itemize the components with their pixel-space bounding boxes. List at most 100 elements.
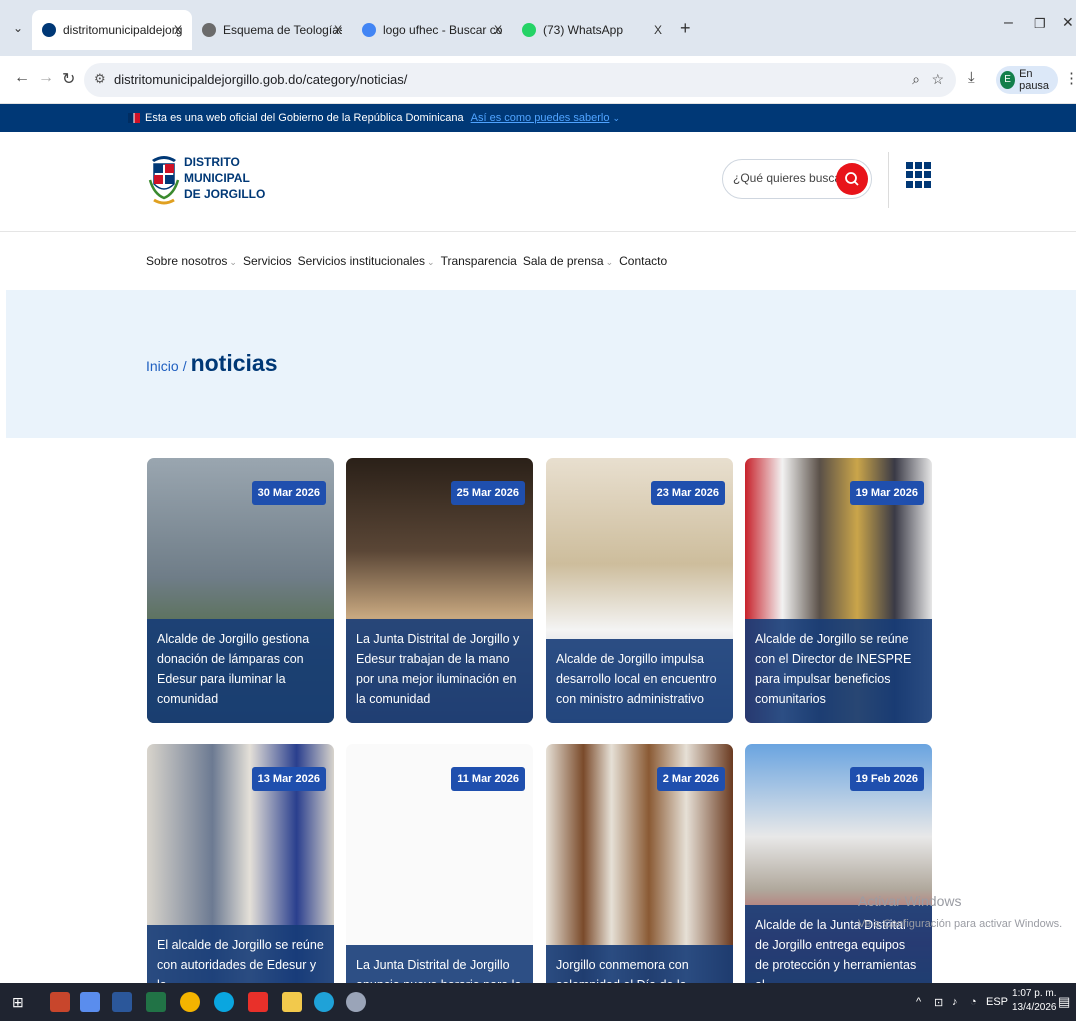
news-card-title: Alcalde de Jorgillo gestiona donación de… bbox=[147, 619, 334, 723]
excel-icon[interactable] bbox=[146, 992, 166, 1012]
volume-icon[interactable]: ♪ bbox=[952, 996, 958, 1008]
news-card-date-badge: 25 Mar 2026 bbox=[450, 481, 525, 505]
dominican-flag-icon bbox=[128, 113, 140, 123]
download-icon[interactable]: ⤓ bbox=[968, 69, 975, 86]
news-card-date-badge: 23 Mar 2026 bbox=[650, 481, 725, 505]
zoom-icon[interactable]: ⌕ bbox=[912, 71, 920, 88]
close-tab-icon[interactable]: X bbox=[174, 23, 182, 37]
minimize-icon[interactable]: – bbox=[1004, 14, 1013, 32]
network-icon[interactable]: ⊡ bbox=[934, 996, 943, 1009]
breadcrumb-home-link[interactable]: Inicio bbox=[146, 358, 179, 374]
windows-taskbar: ⊞ ^ ⊡ ♪ ◔ ESP 1:07 p. m. 13/4/2026 ▤ bbox=[0, 983, 1076, 1021]
address-bar[interactable]: ⚙ distritomunicipaldejorgillo.gob.do/cat… bbox=[84, 63, 956, 97]
tab-title: Esquema de Teologías bbox=[223, 23, 342, 37]
news-card-title: La Junta Distrital de Jorgillo y Edesur … bbox=[346, 619, 533, 723]
cortana-icon[interactable] bbox=[214, 992, 234, 1012]
menu-kebab-icon[interactable]: ⋮ bbox=[1064, 69, 1076, 87]
news-card[interactable]: 13 Mar 2026 El alcalde de Jorgillo se re… bbox=[147, 744, 334, 1009]
tab-title: logo ufhec - Buscar con Google bbox=[383, 23, 502, 37]
clock-date: 13/4/2026 bbox=[1012, 1002, 1057, 1013]
breadcrumb: Inicio / noticias bbox=[146, 350, 278, 377]
news-card[interactable]: 25 Mar 2026 La Junta Distrital de Jorgil… bbox=[346, 458, 533, 723]
globe-favicon-icon bbox=[202, 23, 216, 37]
header-divider bbox=[888, 152, 889, 208]
news-card[interactable]: 30 Mar 2026 Alcalde de Jorgillo gestiona… bbox=[147, 458, 334, 723]
forward-icon[interactable]: → bbox=[38, 69, 54, 87]
browser-toolbar: ← → ↻ ⚙ distritomunicipaldejorgillo.gob.… bbox=[0, 56, 1076, 104]
reload-icon[interactable]: ↻ bbox=[62, 69, 75, 89]
taskbar-clock[interactable]: 1:07 p. m. 13/4/2026 bbox=[1012, 987, 1057, 1015]
news-card[interactable]: 23 Mar 2026 Alcalde de Jorgillo impulsa … bbox=[546, 458, 733, 723]
notifications-icon[interactable]: ▤ bbox=[1058, 994, 1070, 1010]
nav-item-sala-de-prensa[interactable]: Sala de prensa ⌄ bbox=[523, 254, 613, 270]
logo-line: MUNICIPAL bbox=[184, 171, 250, 185]
close-tab-icon[interactable]: X bbox=[654, 23, 662, 37]
back-icon[interactable]: ← bbox=[14, 69, 30, 87]
tab-google[interactable]: logo ufhec - Buscar con Google X bbox=[352, 10, 512, 50]
apps-grid-icon[interactable] bbox=[906, 162, 932, 188]
tab-search-chevron-icon[interactable]: ⌄ bbox=[8, 18, 28, 38]
media-app-icon[interactable] bbox=[248, 992, 268, 1012]
nav-label: Sobre nosotros bbox=[146, 254, 228, 268]
nav-label: Sala de prensa bbox=[522, 254, 604, 268]
tab-whatsapp[interactable]: (73) WhatsApp X bbox=[512, 10, 672, 50]
gov-banner-message: Esta es una web oficial del Gobierno de … bbox=[145, 112, 464, 124]
nav-item-servicios[interactable]: Servicios bbox=[243, 254, 292, 270]
news-card[interactable]: 19 Mar 2026 Alcalde de Jorgillo se reúne… bbox=[745, 458, 932, 723]
tab-jorgillo[interactable]: distritomunicipaldejorgillo.gob. X bbox=[32, 10, 192, 50]
copilot-icon[interactable] bbox=[80, 992, 100, 1012]
news-card[interactable]: 19 Feb 2026 Alcalde de la Junta Distrita… bbox=[745, 744, 932, 1009]
nav-label: Contacto bbox=[619, 254, 668, 268]
coat-of-arms-logo-icon[interactable] bbox=[148, 150, 180, 210]
breadcrumb-separator: / bbox=[182, 358, 187, 374]
clock-time: 1:07 p. m. bbox=[1012, 988, 1057, 999]
nav-item-servicios-institucionales[interactable]: Servicios institucionales ⌄ bbox=[298, 254, 435, 270]
gov-banner-link[interactable]: Así es como puedes saberlo bbox=[471, 112, 610, 124]
bookmark-star-icon[interactable]: ☆ bbox=[931, 71, 944, 88]
search-button[interactable] bbox=[836, 163, 868, 195]
restore-icon[interactable]: ❐ bbox=[1034, 16, 1046, 32]
nav-item-contacto[interactable]: Contacto bbox=[619, 254, 667, 270]
news-card[interactable]: 2 Mar 2026 Jorgillo conmemora con solemn… bbox=[546, 744, 733, 1009]
news-card-date-badge: 13 Mar 2026 bbox=[251, 767, 326, 791]
main-nav: Sobre nosotros ⌄ Servicios Servicios inst… bbox=[146, 254, 667, 270]
edge-icon[interactable] bbox=[314, 992, 334, 1012]
news-card-date-badge: 2 Mar 2026 bbox=[656, 767, 725, 791]
url-text[interactable]: distritomunicipaldejorgillo.gob.do/categ… bbox=[114, 72, 407, 87]
tab-esquema[interactable]: Esquema de Teologías X bbox=[192, 10, 352, 50]
close-tab-icon[interactable]: X bbox=[334, 23, 342, 37]
logo-line: DE JORGILLO bbox=[184, 187, 266, 201]
chevron-down-icon: ⌄ bbox=[229, 257, 237, 267]
powerpoint-icon[interactable] bbox=[50, 992, 70, 1012]
search-input[interactable] bbox=[733, 171, 838, 185]
site-search bbox=[722, 159, 872, 199]
profile-button[interactable]: E En pausa bbox=[996, 66, 1058, 94]
nav-item-sobre-nosotros[interactable]: Sobre nosotros ⌄ bbox=[146, 254, 237, 270]
page-title: noticias bbox=[190, 350, 278, 376]
word-icon[interactable] bbox=[112, 992, 132, 1012]
nav-item-transparencia[interactable]: Transparencia bbox=[441, 254, 517, 270]
windows-watermark-title: Activar Windows bbox=[858, 893, 962, 909]
wifi-icon[interactable]: ◔ bbox=[970, 996, 977, 1008]
site-logo-text[interactable]: DISTRITO MUNICIPAL DE JORGILLO bbox=[184, 154, 265, 202]
nav-label: Transparencia bbox=[440, 254, 517, 268]
site-settings-icon[interactable]: ⚙ bbox=[94, 71, 106, 87]
tab-title: (73) WhatsApp bbox=[543, 23, 624, 37]
profile-status: En pausa bbox=[1019, 68, 1050, 92]
file-explorer-icon[interactable] bbox=[282, 992, 302, 1012]
new-tab-button[interactable]: + bbox=[680, 18, 691, 39]
chevron-down-icon: ⌄ bbox=[427, 257, 435, 267]
tray-chevron-up-icon[interactable]: ^ bbox=[916, 996, 921, 1008]
news-card-date-badge: 11 Mar 2026 bbox=[451, 767, 525, 791]
chrome-icon[interactable] bbox=[180, 992, 200, 1012]
news-card[interactable]: 11 Mar 2026 La Junta Distrital de Jorgil… bbox=[346, 744, 533, 1009]
close-tab-icon[interactable]: X bbox=[494, 23, 502, 37]
chevron-down-icon: ⌄ bbox=[605, 257, 614, 267]
close-window-icon[interactable]: ✕ bbox=[1062, 14, 1074, 31]
language-indicator[interactable]: ESP bbox=[986, 996, 1008, 1008]
news-card-date-badge: 30 Mar 2026 bbox=[251, 481, 326, 505]
news-card-date-badge: 19 Feb 2026 bbox=[849, 767, 924, 791]
windows-start-icon[interactable]: ⊞ bbox=[12, 992, 32, 1012]
paint-icon[interactable] bbox=[346, 992, 366, 1012]
whatsapp-favicon-icon bbox=[522, 23, 536, 37]
